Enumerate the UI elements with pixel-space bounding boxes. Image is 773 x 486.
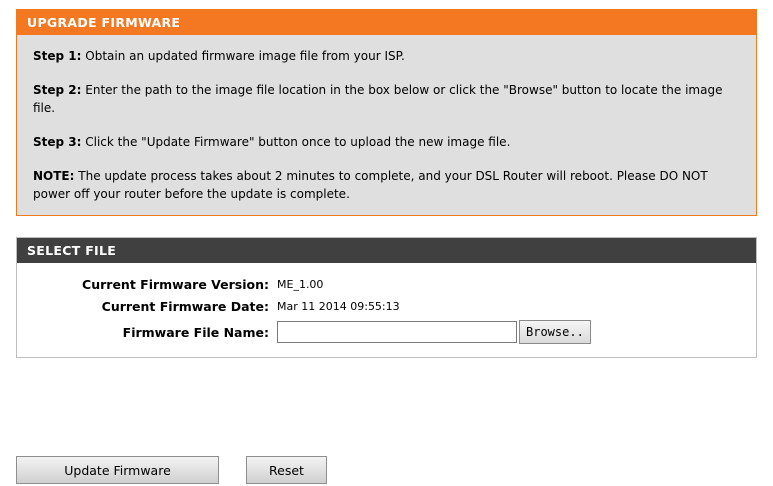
note-description: The update process takes about 2 minutes… (33, 169, 708, 201)
main-content: UPGRADE FIRMWARE Step 1: Obtain an updat… (16, 9, 757, 358)
firmware-version-value: ME_1.00 (277, 277, 324, 291)
upgrade-firmware-panel: UPGRADE FIRMWARE Step 1: Obtain an updat… (16, 9, 757, 216)
step-2-text: Step 2: Enter the path to the image file… (33, 81, 740, 117)
select-file-body: Current Firmware Version: ME_1.00 Curren… (17, 263, 756, 357)
step-1-description: Obtain an updated firmware image file fr… (81, 49, 405, 63)
step-3-text: Step 3: Click the "Update Firmware" butt… (33, 133, 740, 151)
firmware-date-value: Mar 11 2014 09:55:13 (277, 299, 400, 313)
upgrade-instructions: Step 1: Obtain an updated firmware image… (17, 35, 756, 215)
step-3-description: Click the "Update Firmware" button once … (81, 135, 511, 149)
update-firmware-button[interactable]: Update Firmware (16, 456, 219, 484)
firmware-version-row: Current Firmware Version: ME_1.00 (17, 273, 756, 295)
step-3-label: Step 3: (33, 135, 82, 149)
select-file-header: SELECT FILE (17, 238, 756, 263)
action-buttons: Update Firmware Reset (16, 456, 327, 484)
note-text: NOTE: The update process takes about 2 m… (33, 167, 740, 203)
firmware-version-label: Current Firmware Version: (82, 276, 269, 292)
firmware-date-row: Current Firmware Date: Mar 11 2014 09:55… (17, 295, 756, 317)
step-2-description: Enter the path to the image file locatio… (33, 83, 723, 115)
step-1-text: Step 1: Obtain an updated firmware image… (33, 47, 740, 65)
step-1-label: Step 1: (33, 49, 82, 63)
upgrade-firmware-header: UPGRADE FIRMWARE (17, 10, 756, 35)
step-2-label: Step 2: (33, 83, 82, 97)
select-file-panel: SELECT FILE Current Firmware Version: ME… (16, 237, 757, 358)
firmware-file-label: Firmware File Name: (122, 324, 269, 340)
firmware-date-label: Current Firmware Date: (101, 298, 269, 314)
reset-button[interactable]: Reset (246, 456, 327, 484)
firmware-file-input[interactable] (277, 321, 517, 343)
firmware-file-row: Firmware File Name: Browse.. (17, 317, 756, 347)
note-label: NOTE: (33, 169, 75, 183)
browse-button[interactable]: Browse.. (519, 320, 591, 344)
